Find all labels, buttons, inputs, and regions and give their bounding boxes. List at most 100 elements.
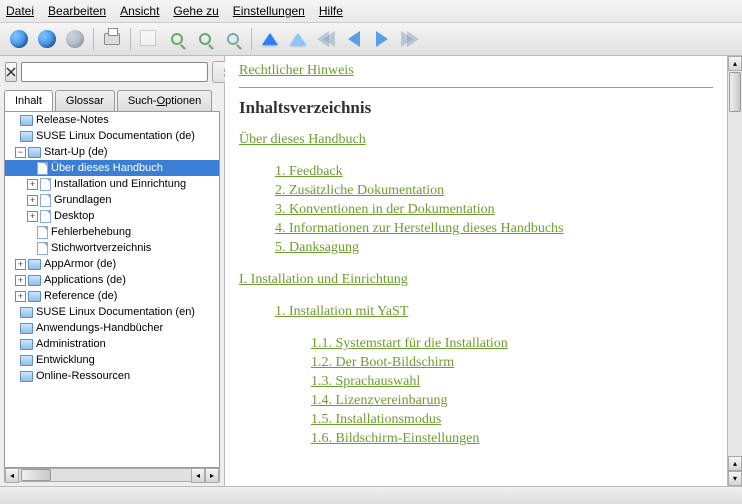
scroll-down-button[interactable]: ▾	[728, 471, 742, 486]
divider	[239, 87, 713, 88]
tree-item[interactable]: SUSE Linux Documentation (de)	[5, 128, 219, 144]
link[interactable]: 1.1. Systemstart für die Installation	[311, 336, 508, 351]
separator	[251, 28, 252, 50]
tree-item[interactable]: +Installation und Einrichtung	[5, 176, 219, 192]
triangle-up-icon	[262, 33, 278, 45]
tab-glossary[interactable]: Glossar	[55, 90, 115, 111]
copy-button	[136, 26, 162, 52]
link[interactable]: 2. Zusätzliche Dokumentation	[275, 183, 444, 198]
menu-goto[interactable]: Gehe zu	[173, 4, 218, 18]
collapse-icon[interactable]: −	[15, 147, 26, 158]
tab-search-options[interactable]: Such-Optionen	[117, 90, 212, 111]
scroll-left-button[interactable]: ◂	[5, 468, 19, 483]
link[interactable]: 4. Informationen zur Herstellung dieses …	[275, 221, 563, 236]
scroll-right-button[interactable]: ◂	[191, 468, 205, 483]
zoom-out-button[interactable]	[220, 26, 246, 52]
link[interactable]: 1.4. Lizenzvereinbarung	[311, 393, 447, 408]
link-legal[interactable]: Rechtlicher Hinweis	[239, 63, 354, 78]
link[interactable]: 5. Danksagung	[275, 240, 359, 255]
back-button[interactable]	[6, 26, 32, 52]
link[interactable]: 1.3. Sprachauswahl	[311, 374, 420, 389]
close-icon	[6, 67, 16, 77]
link-about[interactable]: Über dieses Handbuch	[239, 132, 366, 147]
scroll-thumb[interactable]	[21, 469, 51, 481]
tree-item[interactable]: Online-Ressourcen	[5, 368, 219, 384]
globe-icon	[10, 30, 28, 48]
expand-icon[interactable]: +	[27, 195, 38, 206]
toolbar	[0, 23, 742, 56]
search-input[interactable]	[21, 62, 208, 82]
document-body[interactable]: Rechtlicher Hinweis Inhaltsverzeichnis Ü…	[225, 56, 727, 486]
up-outline-button[interactable]	[285, 26, 311, 52]
close-sidebar-button[interactable]	[5, 62, 17, 82]
book-icon	[20, 371, 33, 382]
menu-settings[interactable]: Einstellungen	[233, 4, 305, 18]
book-icon	[28, 275, 41, 286]
page-icon	[37, 242, 48, 255]
tree-item[interactable]: Stichwortverzeichnis	[5, 240, 219, 256]
globe-icon	[38, 30, 56, 48]
tree-item[interactable]: −Start-Up (de)	[5, 144, 219, 160]
menu-file[interactable]: Datei	[6, 4, 34, 18]
tree-item[interactable]: +AppArmor (de)	[5, 256, 219, 272]
menu-edit[interactable]: Bearbeiten	[48, 4, 106, 18]
tree-item[interactable]: +Grundlagen	[5, 192, 219, 208]
expand-icon[interactable]: +	[15, 291, 26, 302]
tree-item[interactable]: +Applications (de)	[5, 272, 219, 288]
link[interactable]: 1.2. Der Boot-Bildschirm	[311, 355, 454, 370]
page-icon	[37, 226, 48, 239]
book-icon	[28, 291, 41, 302]
sidebar-tabs: Inhalt Glossar Such-Optionen	[0, 88, 224, 111]
book-icon	[20, 131, 33, 142]
prev-button[interactable]	[341, 26, 367, 52]
zoom-out-icon	[227, 33, 239, 45]
link[interactable]: 1.5. Installationsmodus	[311, 412, 441, 427]
page-icon	[40, 194, 51, 207]
h-scrollbar[interactable]: ◂ ◂ ▸	[4, 468, 220, 482]
tree-item[interactable]: Anwendungs-Handbücher	[5, 320, 219, 336]
content-pane: Rechtlicher Hinweis Inhaltsverzeichnis Ü…	[225, 56, 742, 486]
expand-icon[interactable]: +	[15, 259, 26, 270]
tree-item[interactable]: SUSE Linux Documentation (en)	[5, 304, 219, 320]
tree-item-selected[interactable]: Über dieses Handbuch	[5, 160, 219, 176]
tab-content[interactable]: Inhalt	[4, 90, 53, 111]
scroll-up-button[interactable]: ▴	[728, 56, 742, 71]
print-button[interactable]	[99, 26, 125, 52]
menu-help[interactable]: Hilfe	[319, 4, 343, 18]
separator	[93, 28, 94, 50]
first-button	[313, 26, 339, 52]
scroll-up-button[interactable]: ▴	[728, 456, 742, 471]
find-button[interactable]	[164, 26, 190, 52]
book-icon	[20, 323, 33, 334]
tree-item[interactable]: Administration	[5, 336, 219, 352]
up-button[interactable]	[257, 26, 283, 52]
tree-item[interactable]: +Reference (de)	[5, 288, 219, 304]
tree-item[interactable]: Fehlerbehebung	[5, 224, 219, 240]
nav-tree[interactable]: Release-Notes SUSE Linux Documentation (…	[4, 111, 220, 468]
link-ch1[interactable]: 1. Installation mit YaST	[275, 304, 408, 319]
link[interactable]: 1. Feedback	[275, 164, 343, 179]
next-button[interactable]	[369, 26, 395, 52]
expand-icon[interactable]: +	[27, 179, 38, 190]
book-icon	[20, 307, 33, 318]
tree-item[interactable]: Entwicklung	[5, 352, 219, 368]
tree-item[interactable]: +Desktop	[5, 208, 219, 224]
globe-dim-icon	[66, 30, 84, 48]
forward-button[interactable]	[34, 26, 60, 52]
tree-item[interactable]: Release-Notes	[5, 112, 219, 128]
scroll-right-button[interactable]: ▸	[205, 468, 219, 483]
arrow-right-icon	[376, 31, 388, 47]
link-part1[interactable]: I. Installation und Einrichtung	[239, 272, 408, 287]
expand-icon[interactable]: +	[27, 211, 38, 222]
link[interactable]: 3. Konventionen in der Dokumentation	[275, 202, 495, 217]
v-scrollbar[interactable]: ▴ ▴ ▾	[727, 56, 742, 486]
expand-icon[interactable]: +	[15, 275, 26, 286]
link[interactable]: 1.6. Bildschirm-Einstellungen	[311, 431, 479, 446]
last-button	[397, 26, 423, 52]
separator	[130, 28, 131, 50]
zoom-in-button[interactable]	[192, 26, 218, 52]
printer-icon	[104, 33, 120, 45]
menu-view[interactable]: Ansicht	[120, 4, 159, 18]
scroll-thumb[interactable]	[729, 72, 741, 112]
book-icon	[28, 259, 41, 270]
